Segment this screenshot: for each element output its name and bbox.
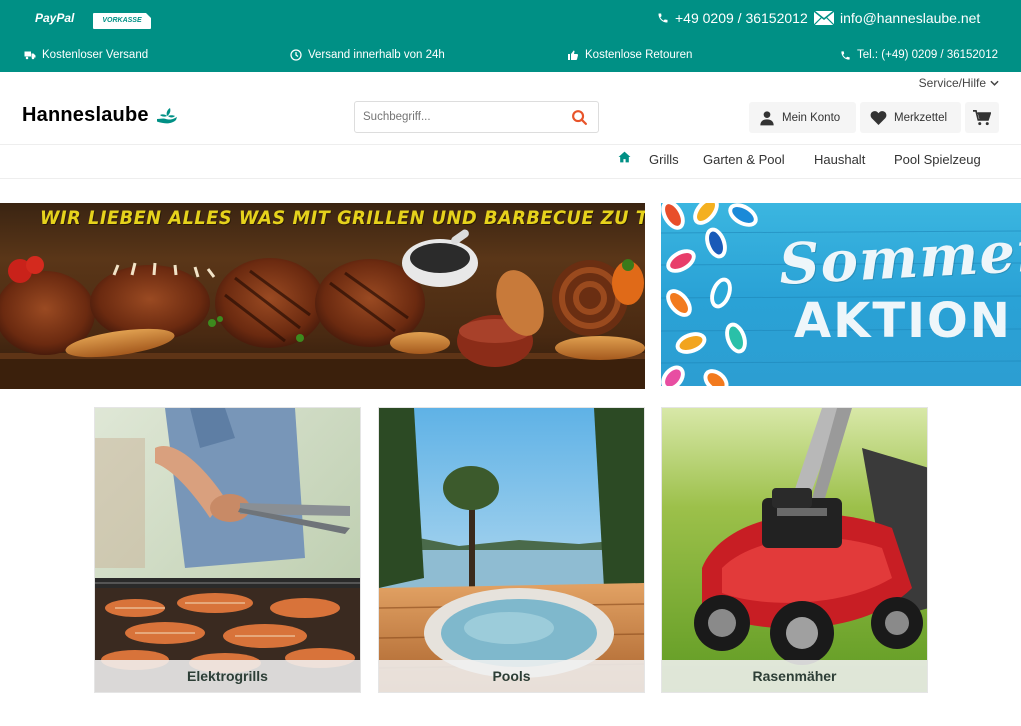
- home-icon: [618, 151, 631, 163]
- grill-banner-headline: WIR LIEBEN ALLES WAS MIT GRILLEN UND BAR…: [40, 207, 645, 229]
- usp-shipping-text: Kostenloser Versand: [42, 49, 149, 61]
- service-menu[interactable]: Service/Hilfe: [919, 76, 999, 90]
- service-menu-label: Service/Hilfe: [918, 76, 986, 90]
- usp-bar: Kostenloser Versand Versand innerhalb vo…: [0, 46, 1021, 68]
- usp-tel[interactable]: Tel.: (+49) 0209 / 36152012: [840, 49, 998, 61]
- category-label: Elektrogrills: [95, 660, 360, 692]
- usp-returns-text: Kostenlose Retouren: [585, 49, 693, 61]
- search-box: [354, 101, 599, 133]
- leaf-hand-icon: [155, 107, 179, 125]
- usp-delivery-text: Versand innerhalb von 24h: [308, 49, 445, 61]
- nav-divider-bottom: [0, 178, 1021, 179]
- mail-icon: [814, 11, 834, 25]
- account-button[interactable]: Mein Konto: [749, 102, 856, 133]
- nav-divider-top: [0, 144, 1021, 145]
- top-bar: PayPal VORKASSE +49 0209 / 36152012 info…: [0, 0, 1021, 72]
- usp-shipping: Kostenloser Versand: [24, 49, 148, 61]
- nav-item-garten-pool[interactable]: Garten & Pool: [703, 152, 785, 167]
- search-button[interactable]: [560, 102, 598, 132]
- rasenmaeher-image: [662, 408, 927, 692]
- category-tile-rasenmaeher[interactable]: Rasenmäher: [661, 407, 928, 693]
- cart-button[interactable]: [965, 102, 999, 133]
- paypal-logo: PayPal: [35, 11, 75, 25]
- top-email-link[interactable]: info@hanneslaube.net: [814, 10, 980, 26]
- summer-banner[interactable]: Sommer AKTION: [661, 203, 1021, 386]
- category-tile-pools[interactable]: Pools: [378, 407, 645, 693]
- nav-item-haushalt[interactable]: Haushalt: [814, 152, 865, 167]
- nav-item-grills[interactable]: Grills: [649, 152, 679, 167]
- user-icon: [759, 110, 775, 126]
- thumbs-up-icon: [567, 49, 579, 61]
- summer-banner-line1: Sommer: [777, 218, 1021, 298]
- site-logo-text: Hanneslaube: [22, 104, 149, 126]
- nav-item-pool-spielzeug[interactable]: Pool Spielzeug: [894, 152, 981, 167]
- grill-banner[interactable]: WIR LIEBEN ALLES WAS MIT GRILLEN UND BAR…: [0, 203, 645, 389]
- category-label: Pools: [379, 660, 644, 692]
- site-logo[interactable]: Hanneslaube: [22, 104, 179, 127]
- truck-icon: [24, 50, 36, 60]
- clock-icon: [290, 49, 302, 61]
- phone-icon: [840, 50, 851, 61]
- nav-home[interactable]: [618, 151, 631, 163]
- category-tile-elektrogrills[interactable]: Elektrogrills: [94, 407, 361, 693]
- pools-image: [379, 408, 644, 692]
- account-label: Mein Konto: [782, 111, 841, 124]
- top-phone-text: +49 0209 / 36152012: [675, 10, 808, 26]
- wishlist-button[interactable]: Merkzettel: [860, 102, 961, 133]
- search-input[interactable]: [355, 102, 560, 132]
- usp-returns: Kostenlose Retouren: [567, 49, 692, 61]
- cart-icon: [973, 109, 991, 126]
- category-label: Rasenmäher: [662, 660, 927, 692]
- top-phone-link[interactable]: +49 0209 / 36152012: [657, 10, 808, 26]
- grill-banner-image: [0, 229, 645, 389]
- phone-icon: [657, 12, 669, 24]
- heart-icon: [870, 110, 887, 125]
- usp-tel-text: Tel.: (+49) 0209 / 36152012: [857, 49, 998, 61]
- wishlist-label: Merkzettel: [894, 111, 948, 124]
- search-icon: [571, 109, 588, 126]
- vorkasse-logo: VORKASSE: [93, 13, 151, 29]
- summer-banner-line2: AKTION: [794, 293, 1012, 349]
- elektrogrills-image: [95, 408, 360, 692]
- chevron-down-icon: [990, 80, 999, 86]
- top-email-text: info@hanneslaube.net: [840, 10, 981, 26]
- usp-delivery: Versand innerhalb von 24h: [290, 49, 445, 61]
